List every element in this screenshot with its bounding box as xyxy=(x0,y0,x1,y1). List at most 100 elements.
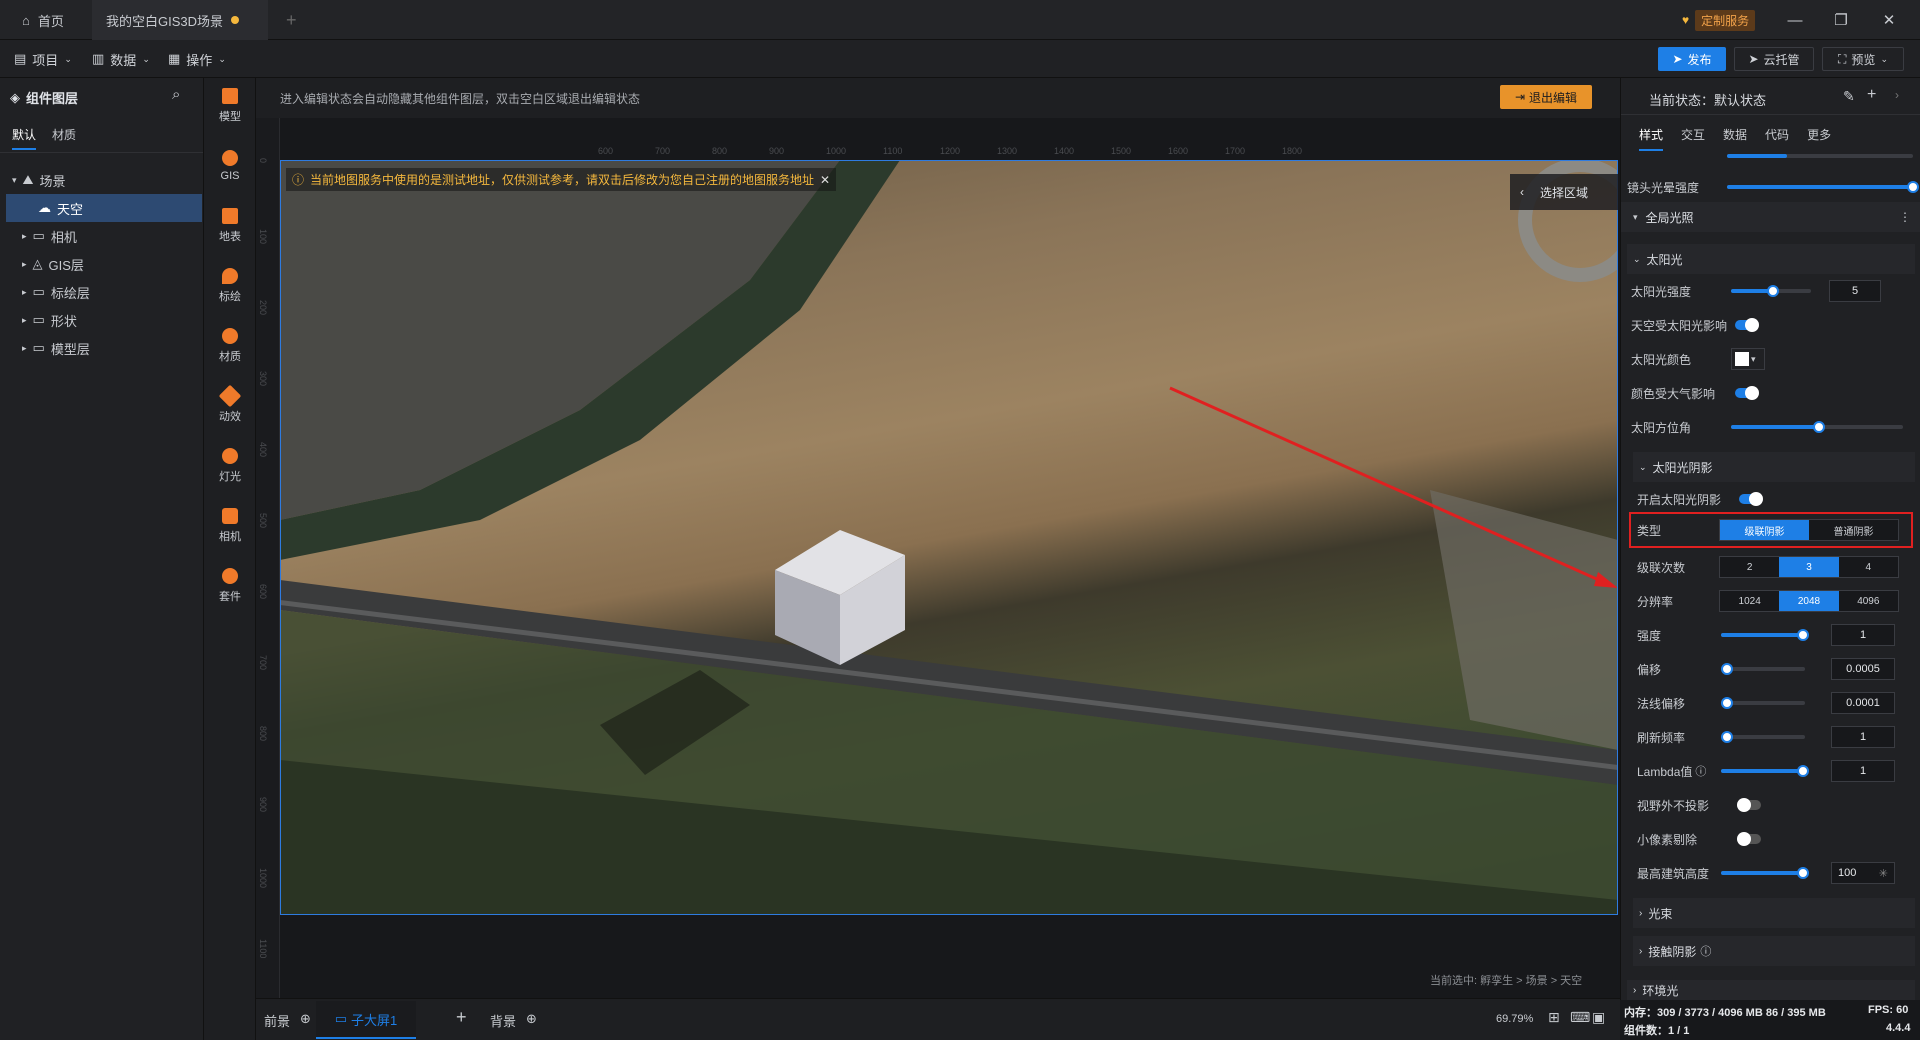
minimize-button[interactable]: — xyxy=(1772,0,1818,40)
edit-icon[interactable]: ✎ xyxy=(1843,88,1855,105)
tool-plot[interactable]: 标绘 xyxy=(204,258,256,314)
small-cull-toggle[interactable] xyxy=(1737,832,1761,846)
sun-shadow-header[interactable]: ⌄ 太阳光阴影 xyxy=(1633,452,1915,482)
tool-camera[interactable]: 相机 xyxy=(204,498,256,554)
add-screen-button[interactable]: + xyxy=(456,1007,467,1028)
partial-slider[interactable] xyxy=(1727,154,1913,158)
tree-item-camera[interactable]: ▸ ▭ 相机 xyxy=(0,222,203,250)
operate-menu[interactable]: ▦ 操作 ⌄ xyxy=(168,40,226,78)
tree-item-model[interactable]: ▸ ▭ 模型层 xyxy=(0,334,203,362)
tool-light[interactable]: 灯光 xyxy=(204,438,256,494)
global-light-header[interactable]: ▾ 全局光照 ⋮ xyxy=(1621,202,1920,232)
search-icon[interactable]: ⌕ xyxy=(172,86,180,103)
bias-input[interactable]: 0.0005 xyxy=(1831,658,1895,680)
fit-icon[interactable]: ⊞ xyxy=(1548,1009,1560,1026)
cascade-count-segment[interactable]: 2 3 4 xyxy=(1719,556,1899,578)
custom-service-button[interactable]: ♥ 定制服务 xyxy=(1682,9,1756,31)
tool-effect[interactable]: 动效 xyxy=(204,378,256,434)
add-state-button[interactable]: + xyxy=(1867,86,1876,104)
strength-slider[interactable] xyxy=(1721,629,1809,641)
refresh-input[interactable]: 1 xyxy=(1831,726,1895,748)
restore-button[interactable]: ❐ xyxy=(1818,0,1864,40)
tree-item-plot[interactable]: ▸ ▭ 标绘层 xyxy=(0,278,203,306)
cascade-option-4[interactable]: 4 xyxy=(1839,557,1898,577)
tab-interaction[interactable]: 交互 xyxy=(1681,126,1705,151)
preview-button[interactable]: ⛶ 预览 ⌄ xyxy=(1822,47,1904,71)
cascade-shadow-option[interactable]: 级联阴影 xyxy=(1720,520,1809,540)
tool-gis[interactable]: GIS xyxy=(204,138,256,194)
select-area-panel[interactable]: ‹ 选择区域 xyxy=(1510,174,1618,210)
sun-color-picker[interactable]: ▾ xyxy=(1731,348,1765,370)
front-layer-tab[interactable]: 前景 ⊕ xyxy=(264,1011,311,1030)
publish-button[interactable]: ➤ 发布 xyxy=(1658,47,1726,71)
zoom-level[interactable]: 69.79% xyxy=(1496,1013,1533,1025)
refresh-slider[interactable] xyxy=(1721,731,1805,743)
ruler-tick-label: 600 xyxy=(258,584,268,600)
tab-style[interactable]: 样式 xyxy=(1639,126,1664,151)
tool-kit[interactable]: 套件 xyxy=(204,558,256,614)
add-icon[interactable]: ⊕ xyxy=(300,1011,311,1030)
close-button[interactable]: ✕ xyxy=(1866,0,1912,40)
add-icon[interactable]: ⊕ xyxy=(526,1011,537,1030)
home-tab[interactable]: ⌂ 首页 xyxy=(8,0,78,40)
terminal-icon[interactable]: ▣ xyxy=(1592,1009,1605,1026)
tool-model[interactable]: 模型 xyxy=(204,78,256,134)
background-layer-tab[interactable]: 背景 ⊕ xyxy=(490,1011,537,1030)
normal-bias-slider[interactable] xyxy=(1721,697,1805,709)
lambda-slider[interactable] xyxy=(1721,765,1809,777)
cascade-option-2[interactable]: 2 xyxy=(1720,557,1779,577)
no-shadow-out-toggle[interactable] xyxy=(1737,798,1761,812)
more-icon[interactable]: ⋮ xyxy=(1899,210,1911,224)
contact-shadow-header[interactable]: › 接触阴影 ⓘ xyxy=(1633,936,1915,966)
lens-flare-slider[interactable] xyxy=(1727,181,1919,193)
data-menu[interactable]: ▥ 数据 ⌄ xyxy=(92,40,150,78)
tab-data[interactable]: 数据 xyxy=(1723,126,1747,151)
tree-item-sky[interactable]: ☁ 天空 xyxy=(6,194,202,222)
sky-affect-toggle[interactable] xyxy=(1735,318,1759,332)
new-tab-button[interactable]: + xyxy=(272,0,311,40)
lambda-input[interactable]: 1 xyxy=(1831,760,1895,782)
keyboard-icon[interactable]: ⌨ xyxy=(1570,1009,1590,1026)
resolution-option-1024[interactable]: 1024 xyxy=(1720,591,1779,611)
chevron-right-icon[interactable]: › xyxy=(1895,88,1899,102)
help-icon[interactable]: ⓘ xyxy=(1695,763,1706,779)
doc-tab[interactable]: 我的空白GIS3D场景 xyxy=(92,0,268,40)
sun-azimuth-slider[interactable] xyxy=(1731,421,1903,433)
sun-section-header[interactable]: ⌄ 太阳光 xyxy=(1627,244,1915,274)
selection-frame[interactable] xyxy=(280,160,1618,915)
tab-default[interactable]: 默认 xyxy=(12,126,37,150)
close-icon[interactable]: ✕ xyxy=(820,173,830,187)
project-menu[interactable]: ▤ 项目 ⌄ xyxy=(14,40,72,78)
cascade-option-3[interactable]: 3 xyxy=(1779,557,1839,577)
tree-item-shape[interactable]: ▸ ▭ 形状 xyxy=(0,306,203,334)
light-beam-header[interactable]: › 光束 xyxy=(1633,898,1915,928)
sun-intensity-input[interactable]: 5 xyxy=(1829,280,1881,302)
resolution-segment[interactable]: 1024 2048 4096 xyxy=(1719,590,1899,612)
normal-bias-input[interactable]: 0.0001 xyxy=(1831,692,1895,714)
tool-terrain[interactable]: 地表 xyxy=(204,198,256,254)
max-height-slider[interactable] xyxy=(1721,867,1809,879)
exit-edit-button[interactable]: ⇥ 退出编辑 xyxy=(1500,85,1592,109)
tab-code[interactable]: 代码 xyxy=(1765,126,1789,151)
normal-shadow-option[interactable]: 普通阴影 xyxy=(1809,520,1898,540)
map-viewport[interactable]: ⓘ 当前地图服务中使用的是测试地址，仅供测试参考，请双击后修改为您自己注册的地图… xyxy=(280,160,1618,915)
tree-item-gis[interactable]: ▸ ◬ GIS层 xyxy=(0,250,203,278)
resolution-option-4096[interactable]: 4096 xyxy=(1839,591,1898,611)
bias-slider[interactable] xyxy=(1721,663,1805,675)
cloud-host-button[interactable]: ➤ 云托管 xyxy=(1734,47,1814,71)
shadow-type-segment[interactable]: 级联阴影 普通阴影 xyxy=(1719,519,1899,541)
tree-item-scene[interactable]: ▾ ⛰ 场景 xyxy=(0,166,203,194)
help-icon[interactable]: ⓘ xyxy=(1700,943,1711,959)
color-affect-toggle[interactable] xyxy=(1735,386,1759,400)
tab-more[interactable]: 更多 xyxy=(1807,126,1831,151)
sun-intensity-slider[interactable] xyxy=(1731,285,1811,297)
enable-shadow-toggle[interactable] xyxy=(1739,492,1763,506)
ruler-tick-label: 700 xyxy=(655,146,671,156)
tool-material[interactable]: 材质 xyxy=(204,318,256,374)
strength-input[interactable]: 1 xyxy=(1831,624,1895,646)
tab-material[interactable]: 材质 xyxy=(52,126,76,143)
screen-tab[interactable]: ▭ 子大屏1 xyxy=(316,1001,416,1039)
resolution-option-2048[interactable]: 2048 xyxy=(1779,591,1839,611)
max-height-input[interactable]: 100 ✳ xyxy=(1831,862,1895,884)
env-light-header[interactable]: › 环境光 xyxy=(1627,980,1915,1000)
